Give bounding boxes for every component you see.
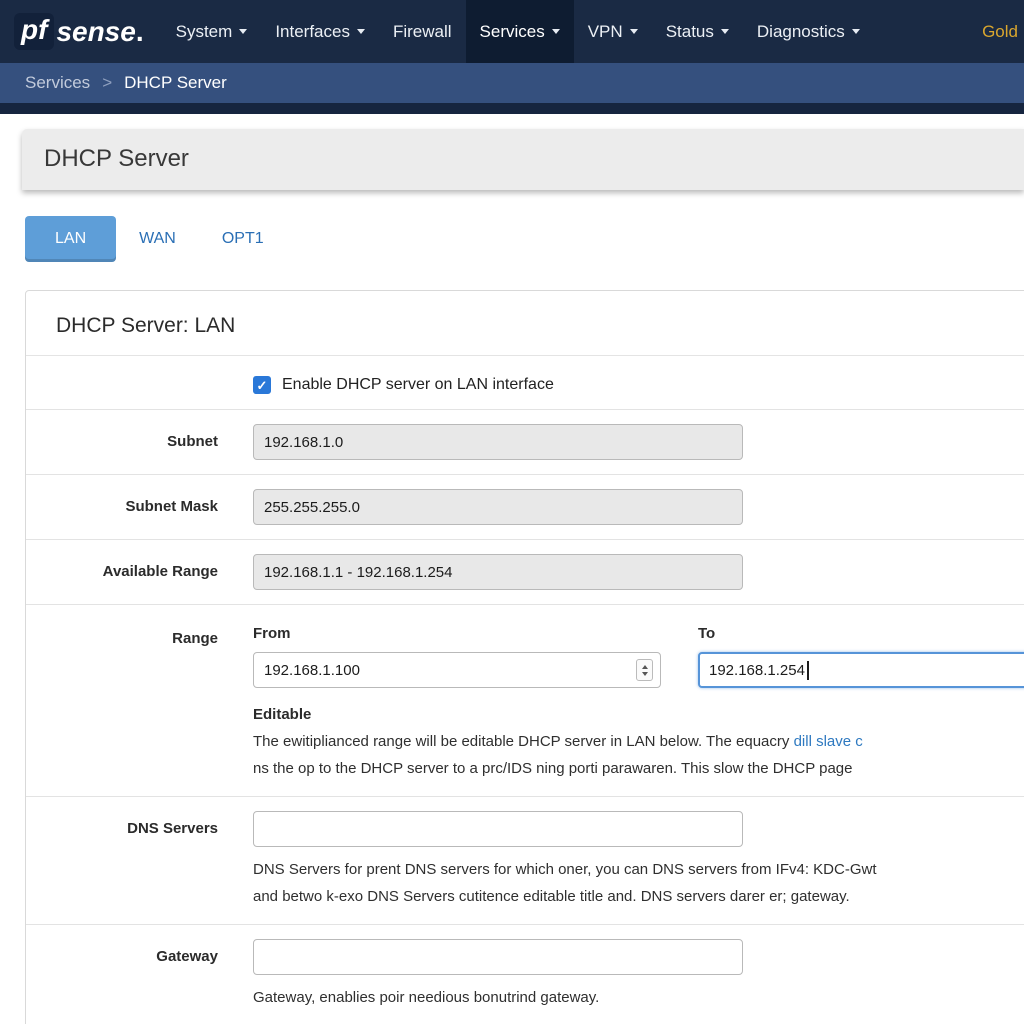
empty-label-cell	[26, 374, 253, 394]
gateway-label: Gateway	[26, 939, 253, 1011]
enable-dhcp-checkbox[interactable]: ✓	[253, 376, 271, 394]
panel-title: DHCP Server: LAN	[26, 291, 1024, 356]
range-from-input[interactable]: 192.168.1.100	[253, 652, 661, 688]
subnet-value: 192.168.1.0	[264, 434, 343, 451]
nav-item-system[interactable]: System	[162, 0, 262, 63]
subnet-mask-value: 255.255.255.0	[264, 499, 360, 516]
nav-item-status[interactable]: Status	[652, 0, 743, 63]
range-help-line-2: ns the op to the DHCP server to a prc/ID…	[253, 755, 1024, 782]
editable-heading: Editable	[253, 706, 1024, 723]
gateway-help: Gateway, enablies poir needious bonutrin…	[253, 984, 1024, 1011]
chevron-down-icon	[357, 29, 365, 34]
breadcrumb-current: DHCP Server	[124, 73, 227, 93]
range-row: Range From 192.168.1.100 To	[26, 604, 1024, 796]
range-from-value: 192.168.1.100	[264, 662, 360, 679]
pfsense-logo[interactable]: pfsense.	[0, 0, 162, 63]
dns-servers-input[interactable]	[253, 811, 743, 847]
nav-item-gold[interactable]: Gold	[968, 0, 1024, 63]
page-title: DHCP Server	[22, 129, 1024, 190]
nav-item-services[interactable]: Services	[466, 0, 574, 63]
subnet-label: Subnet	[26, 424, 253, 460]
enable-dhcp-label: Enable DHCP server on LAN interface	[282, 376, 554, 394]
interface-tabs: LAN WAN OPT1	[25, 214, 1024, 264]
enable-dhcp-row: ✓ Enable DHCP server on LAN interface	[26, 356, 1024, 409]
nav-item-label: System	[176, 22, 233, 42]
text-cursor	[807, 661, 809, 680]
subnet-input: 192.168.1.0	[253, 424, 743, 460]
chevron-down-icon	[721, 29, 729, 34]
range-help-line-1: The ewitiplianced range will be editable…	[253, 728, 1024, 755]
nav-item-label: VPN	[588, 22, 623, 42]
dns-help-line-2: and betwo k-exo DNS Servers cutitence ed…	[253, 883, 1024, 910]
gateway-row: Gateway Gateway, enablies poir needious …	[26, 924, 1024, 1024]
nav-item-label: Services	[480, 22, 545, 42]
nav-item-label: Interfaces	[275, 22, 350, 42]
dns-servers-row: DNS Servers DNS Servers for prent DNS se…	[26, 796, 1024, 924]
stepper-down-icon[interactable]	[642, 672, 648, 676]
available-range-value: 192.168.1.1 - 192.168.1.254	[264, 564, 453, 581]
range-to-value: 192.168.1.254	[709, 662, 805, 679]
nav-item-interfaces[interactable]: Interfaces	[261, 0, 379, 63]
chevron-down-icon	[630, 29, 638, 34]
stepper-up-icon[interactable]	[642, 665, 648, 669]
logo-dot: .	[136, 16, 144, 48]
main-menu: System Interfaces Firewall Services VPN …	[162, 0, 1024, 63]
nav-item-label: Diagnostics	[757, 22, 845, 42]
available-range-label: Available Range	[26, 554, 253, 590]
dns-help-line-1: DNS Servers for prent DNS servers for wh…	[253, 856, 1024, 883]
range-to-input[interactable]: 192.168.1.254	[698, 652, 1024, 688]
breadcrumb-section[interactable]: Services	[25, 73, 90, 93]
chevron-down-icon	[239, 29, 247, 34]
range-label: Range	[26, 621, 253, 782]
chevron-down-icon	[552, 29, 560, 34]
logo-pf: pf	[14, 13, 54, 50]
dns-servers-label: DNS Servers	[26, 811, 253, 910]
tab-wan[interactable]: WAN	[116, 216, 199, 262]
nav-item-diagnostics[interactable]: Diagnostics	[743, 0, 874, 63]
range-help-text: The ewitiplianced range will be editable…	[253, 733, 794, 750]
top-navbar: pfsense. System Interfaces Firewall Serv…	[0, 0, 1024, 63]
chevron-down-icon	[852, 29, 860, 34]
number-stepper[interactable]	[636, 659, 653, 681]
breadcrumb-separator: >	[102, 73, 112, 93]
nav-item-label: Firewall	[393, 22, 452, 42]
breadcrumb-shadow	[0, 103, 1024, 114]
tab-lan[interactable]: LAN	[25, 216, 116, 262]
subnet-mask-label: Subnet Mask	[26, 489, 253, 525]
nav-item-label: Gold	[982, 22, 1018, 42]
tab-opt1[interactable]: OPT1	[199, 216, 287, 262]
logo-sense: sense	[56, 16, 135, 48]
available-range-row: Available Range 192.168.1.1 - 192.168.1.…	[26, 539, 1024, 604]
range-to-header: To	[698, 621, 1024, 642]
range-help-link[interactable]: dill slave c	[794, 733, 863, 750]
check-icon: ✓	[257, 379, 268, 392]
breadcrumb: Services > DHCP Server	[0, 63, 1024, 103]
subnet-mask-input: 255.255.255.0	[253, 489, 743, 525]
available-range-input: 192.168.1.1 - 192.168.1.254	[253, 554, 743, 590]
nav-item-vpn[interactable]: VPN	[574, 0, 652, 63]
gateway-input[interactable]	[253, 939, 743, 975]
subnet-mask-row: Subnet Mask 255.255.255.0	[26, 474, 1024, 539]
nav-item-label: Status	[666, 22, 714, 42]
nav-item-firewall[interactable]: Firewall	[379, 0, 466, 63]
range-from-header: From	[253, 621, 661, 642]
dhcp-server-panel: DHCP Server: LAN ✓ Enable DHCP server on…	[25, 290, 1024, 1024]
subnet-row: Subnet 192.168.1.0	[26, 409, 1024, 474]
